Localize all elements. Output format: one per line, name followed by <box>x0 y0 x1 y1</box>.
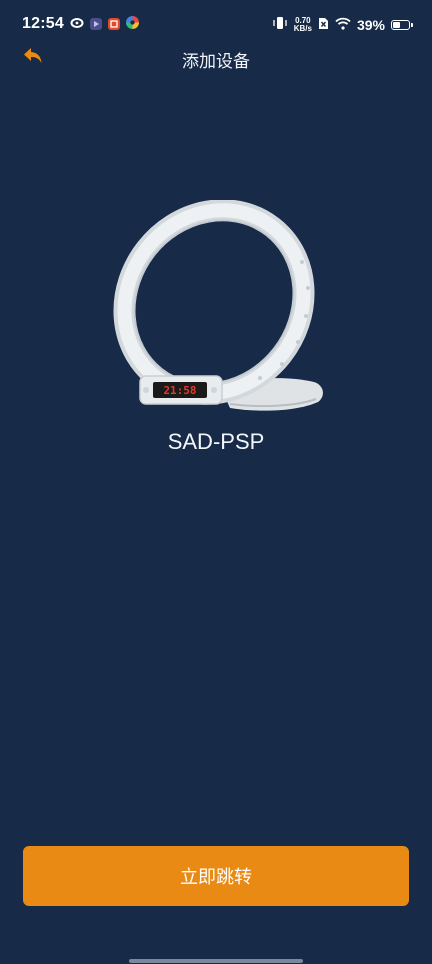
battery-tip <box>411 22 413 27</box>
sim-disabled-icon <box>318 15 329 34</box>
wifi-icon <box>335 15 351 34</box>
clock-display: 21:58 <box>163 384 196 397</box>
home-indicator <box>129 959 303 963</box>
status-right: 0.70 KB/s 39% <box>272 15 413 34</box>
battery-percent: 39% <box>356 16 385 33</box>
status-time: 12:54 <box>22 14 64 32</box>
battery-fill <box>393 21 400 28</box>
app-store-icon <box>107 17 120 30</box>
color-wheel-icon <box>125 14 139 33</box>
jump-now-button[interactable]: 立即跳转 <box>23 846 409 906</box>
battery-icon <box>391 19 413 30</box>
net-speed-unit: KB/s <box>293 23 312 33</box>
video-player-icon <box>89 17 102 30</box>
weibo-icon <box>70 14 84 33</box>
status-left: 12:54 <box>22 14 139 33</box>
device-name: SAD-PSP <box>167 429 265 454</box>
page-title: 添加设备 <box>182 52 250 72</box>
product-image: 21:58 <box>102 199 332 422</box>
net-speed: 0.70 KB/s <box>293 16 312 33</box>
header: 添加设备 <box>0 40 432 76</box>
vibrate-icon <box>272 15 288 34</box>
